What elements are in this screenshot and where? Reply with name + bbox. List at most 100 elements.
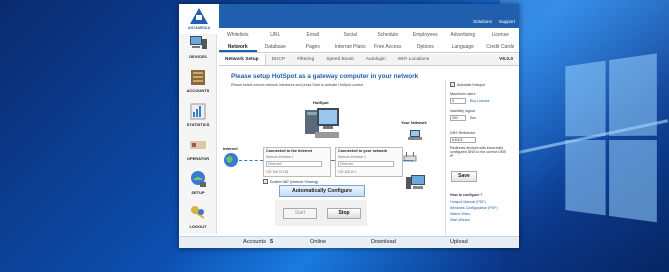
- logout-icon: [191, 206, 205, 219]
- titlebar-links: Solutions Support: [473, 19, 515, 24]
- network-interface-box: Connected to your network Network Interf…: [335, 147, 403, 177]
- tab-autologin[interactable]: Autologin: [360, 54, 392, 65]
- network-ip-text: 192.168.10.1: [338, 170, 357, 174]
- sidebar-item-setup[interactable]: SETUP: [179, 170, 217, 204]
- menu-url[interactable]: URL: [257, 30, 295, 40]
- sidebar-item-label: DEVICES: [189, 54, 207, 59]
- nat-option[interactable]: ✓ Enable NAT (Internet Sharing): [263, 179, 318, 184]
- download-status-label: Download: [371, 239, 396, 245]
- hotspot-app-window: Solutions Support ANTAMEDIA Whitelists U…: [179, 4, 519, 248]
- solutions-link[interactable]: Solutions: [473, 19, 492, 24]
- buy-license-link[interactable]: Buy License: [470, 99, 490, 103]
- autostart-checkbox[interactable]: ✓: [450, 82, 455, 87]
- page-title: Please setup HotSpot as a gateway comput…: [231, 73, 419, 80]
- internet-interface-box: Connected to the Internet Network Interf…: [263, 147, 331, 177]
- autostart-option[interactable]: ✓ Autostart Hotspot: [450, 82, 485, 87]
- sidebar-item-operator[interactable]: OPERATOR: [179, 136, 217, 170]
- link-internet: [239, 160, 263, 161]
- app-titlebar: Solutions Support: [179, 4, 519, 28]
- nat-label: Enable NAT (Internet Sharing): [270, 179, 319, 184]
- auto-configure-button[interactable]: Automatically Configure: [279, 185, 365, 197]
- sidebar-item-label: LOGOUT: [189, 224, 207, 229]
- your-network-label: Your Network: [401, 120, 427, 125]
- network-diagram: HotSpot Internet Your Network Connected …: [223, 92, 443, 192]
- tab-filtering[interactable]: Filtering: [291, 54, 320, 65]
- setup-icon: [191, 171, 206, 187]
- sidebar-item-statistics[interactable]: STATISTICS: [179, 102, 217, 136]
- accounts-icon: [191, 70, 205, 85]
- hotspot-manual-link[interactable]: Hotspot Manual (PDF): [450, 200, 486, 204]
- menu-email[interactable]: Email: [294, 30, 332, 40]
- network-interface-label: Network Interface 2: [338, 155, 366, 159]
- tab-speed-boost[interactable]: Speed Boost: [320, 54, 359, 65]
- inactivity-label: Inactivity logout: [450, 109, 475, 113]
- start-stop-panel: Start Stop: [275, 200, 367, 226]
- settings-panel: ✓ Autostart Hotspot Maximum users 5 Buy …: [445, 80, 515, 238]
- internet-interface-select[interactable]: Ethernet0: [266, 161, 322, 167]
- menu-network[interactable]: Network: [219, 41, 257, 52]
- nat-checkbox[interactable]: ✓: [263, 179, 268, 184]
- statistics-icon: [190, 103, 206, 120]
- network-subtabs: Network Setup DHCP Filtering Speed Boost…: [219, 54, 519, 66]
- max-users-input[interactable]: 5: [450, 98, 466, 104]
- start-button[interactable]: Start: [283, 208, 317, 219]
- menu-whitelists[interactable]: Whitelists: [219, 30, 257, 40]
- menu-license[interactable]: License: [482, 30, 520, 40]
- network-interface-select[interactable]: Ethernet1: [338, 161, 394, 167]
- internet-label: Internet: [223, 146, 238, 151]
- sidebar-item-accounts[interactable]: ACCOUNTS: [179, 68, 217, 102]
- laptop-icon: [408, 130, 422, 140]
- menu-employees[interactable]: Employees: [407, 30, 445, 40]
- top-menu-row1: Whitelists URL Email Social Schedule Emp…: [219, 30, 519, 40]
- menu-social[interactable]: Social: [332, 30, 370, 40]
- accounts-status-label: Accounts: [243, 239, 267, 245]
- logo-text: ANTAMEDIA: [187, 26, 211, 30]
- menu-internet-plans[interactable]: Internet Plans: [332, 41, 370, 52]
- internet-globe-icon: [224, 153, 238, 167]
- upload-status-label: Upload: [450, 239, 468, 245]
- link-network: [403, 160, 413, 161]
- online-status-label: Online: [310, 239, 327, 245]
- tab-wifi-locations[interactable]: WiFi Locations: [392, 54, 435, 65]
- version-label: V6.0.0: [499, 57, 513, 62]
- operator-icon: [190, 141, 206, 149]
- menu-schedule[interactable]: Schedule: [369, 30, 407, 40]
- inactivity-unit: Sec: [470, 116, 477, 120]
- sidebar-item-label: SETUP: [191, 190, 205, 195]
- save-button[interactable]: Save: [451, 171, 477, 182]
- inactivity-input[interactable]: 300: [450, 115, 466, 121]
- menu-pages[interactable]: Pages: [294, 41, 332, 52]
- stop-button[interactable]: Stop: [327, 208, 361, 219]
- tab-network-setup[interactable]: Network Setup: [219, 54, 266, 65]
- how-to-title: How to configure ?: [450, 193, 483, 197]
- menu-options[interactable]: Options: [407, 41, 445, 52]
- start-wizard-link[interactable]: Start Wizard: [450, 218, 470, 222]
- menu-free-access[interactable]: Free Access: [369, 41, 407, 52]
- dns-input[interactable]: 8.8.8.8: [450, 137, 476, 143]
- internet-ip-text: 192.168.70.128: [266, 170, 289, 174]
- watch-video-link[interactable]: Watch Video: [450, 212, 470, 216]
- internet-interface-label: Network Interface 1: [266, 155, 294, 159]
- tab-dhcp[interactable]: DHCP: [266, 54, 292, 65]
- sidebar-item-label: OPERATOR: [186, 156, 210, 161]
- support-link[interactable]: Support: [499, 19, 515, 24]
- windows-config-link[interactable]: Windows Configuration (PDF): [450, 206, 498, 210]
- menu-advertising[interactable]: Advertising: [444, 30, 482, 40]
- menu-database[interactable]: Database: [257, 41, 295, 52]
- sidebar-item-logout[interactable]: LOGOUT: [179, 204, 217, 238]
- accounts-count: 5: [270, 239, 274, 245]
- sidebar-item-label: ACCOUNTS: [186, 88, 210, 93]
- sidebar: DEVICES ACCOUNTS STATISTICS OPERATOR SET…: [179, 34, 217, 234]
- max-users-label: Maximum users: [450, 92, 476, 96]
- hotspot-label: HotSpot: [313, 100, 329, 105]
- network-box-title: Connected to your network: [338, 149, 388, 153]
- desktop-pc-icon: [406, 175, 425, 189]
- internet-box-title: Connected to the Internet: [266, 149, 312, 153]
- menu-credit-cards[interactable]: Credit Cards: [482, 41, 520, 52]
- devices-icon: [190, 36, 207, 49]
- app-logo: ANTAMEDIA: [179, 4, 219, 34]
- windows-logo-wallpaper: [565, 52, 663, 227]
- sidebar-item-devices[interactable]: DEVICES: [179, 34, 217, 68]
- top-menu-row2: Network Database Pages Internet Plans Fr…: [219, 41, 519, 53]
- menu-language[interactable]: Language: [444, 41, 482, 52]
